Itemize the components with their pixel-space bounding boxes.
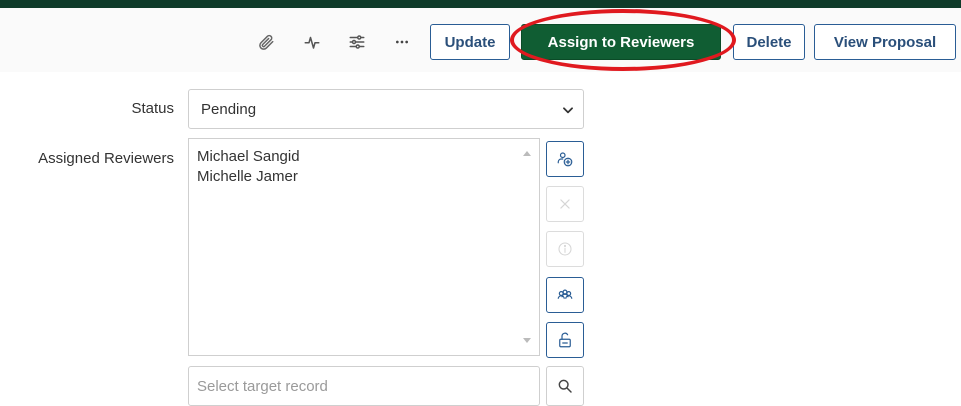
assign-to-reviewers-button[interactable]: Assign to Reviewers [521,24,721,60]
delete-button[interactable]: Delete [733,24,805,60]
assigned-reviewers-label: Assigned Reviewers [38,150,174,167]
activity-icon[interactable] [300,30,324,54]
info-icon [558,242,572,256]
sliders-icon[interactable] [345,30,369,54]
status-value: Pending [201,100,257,118]
target-record-input[interactable] [188,366,540,406]
search-icon [558,379,572,393]
list-item[interactable]: Michelle Jamer [189,167,300,187]
add-reviewer-button[interactable] [546,141,584,177]
view-proposal-button[interactable]: View Proposal [814,24,956,60]
top-bar [0,0,961,8]
update-button[interactable]: Update [430,24,510,60]
group-button[interactable] [546,277,584,313]
paperclip-icon[interactable] [254,30,278,54]
chevron-down-icon [563,107,573,114]
info-button[interactable] [546,231,584,267]
more-icon[interactable] [390,30,414,54]
list-item[interactable]: Michael Sangid [189,147,300,167]
lock-button[interactable] [546,322,584,358]
scroll-up-arrow[interactable] [523,151,531,156]
add-reviewer-icon [557,152,573,167]
lock-icon [559,332,571,348]
status-select[interactable]: Pending [188,89,584,129]
search-button[interactable] [546,366,584,406]
reviewers-listbox[interactable]: Michael Sangid Michelle Jamer [188,138,540,356]
group-icon [557,289,573,299]
remove-icon [560,199,570,209]
scroll-down-arrow[interactable] [523,338,531,343]
status-label: Status [131,100,174,117]
remove-reviewer-button[interactable] [546,186,584,222]
